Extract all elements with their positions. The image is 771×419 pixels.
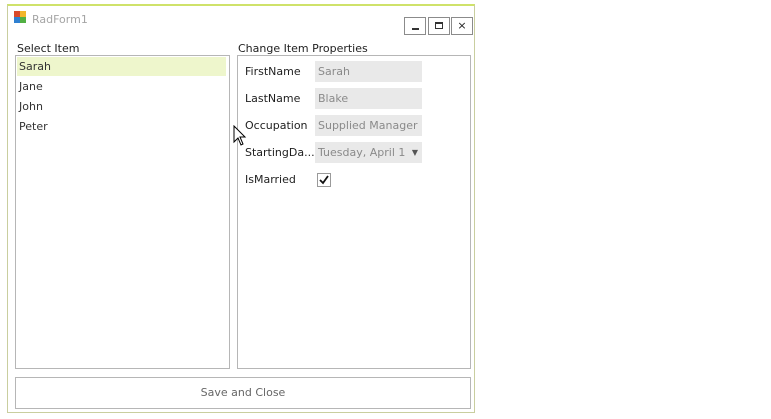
minimize-icon <box>412 28 419 30</box>
first-name-field[interactable]: Sarah <box>315 61 422 82</box>
is-married-checkbox[interactable] <box>317 173 331 187</box>
maximize-button[interactable] <box>428 17 450 35</box>
list-item-john[interactable]: John <box>17 97 226 116</box>
title-bar[interactable]: RadForm1 × <box>8 6 474 36</box>
close-icon: × <box>457 19 467 32</box>
occupation-label: Occupation <box>245 119 308 132</box>
chevron-down-icon[interactable]: ▼ <box>412 142 418 163</box>
minimize-button[interactable] <box>404 17 426 35</box>
starting-date-dropdown[interactable]: Tuesday, April 1 ▼ <box>315 142 422 163</box>
close-button[interactable]: × <box>451 17 473 35</box>
starting-date-value: Tuesday, April 1 <box>318 146 406 159</box>
change-properties-label: Change Item Properties <box>238 42 368 55</box>
app-icon <box>14 11 26 23</box>
maximize-icon <box>435 22 443 29</box>
select-item-label: Select Item <box>17 42 80 55</box>
last-name-field[interactable]: Blake <box>315 88 422 109</box>
is-married-label: IsMarried <box>245 173 296 186</box>
last-name-label: LastName <box>245 92 301 105</box>
list-item-peter[interactable]: Peter <box>17 117 226 136</box>
starting-date-label: StartingDa... <box>245 146 315 159</box>
mouse-cursor-icon <box>233 125 247 146</box>
occupation-field[interactable]: Supplied Manager <box>315 115 422 136</box>
checkmark-icon <box>319 175 329 185</box>
radform-window: RadForm1 × Select Item Sarah Jane John P… <box>7 4 475 413</box>
save-and-close-button[interactable]: Save and Close <box>15 377 471 409</box>
window-title: RadForm1 <box>32 13 88 26</box>
list-item-sarah[interactable]: Sarah <box>17 57 226 76</box>
list-item-jane[interactable]: Jane <box>17 77 226 96</box>
first-name-label: FirstName <box>245 65 301 78</box>
item-list[interactable]: Sarah Jane John Peter <box>15 55 230 369</box>
